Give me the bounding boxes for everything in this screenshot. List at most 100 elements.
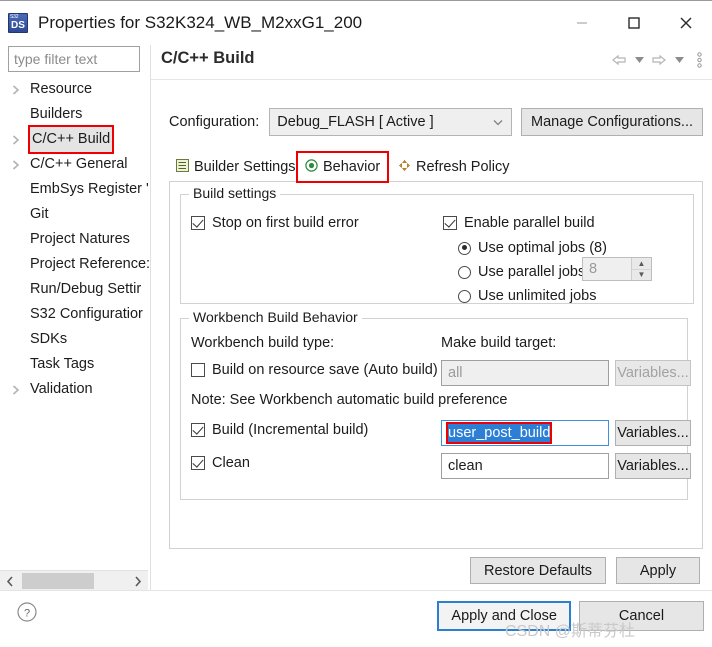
radio-icon <box>458 289 471 303</box>
sidebar-item-cc-general[interactable]: C/C++ General <box>0 152 150 177</box>
use-optimal-jobs-radio[interactable]: Use optimal jobs (8) <box>458 240 607 256</box>
sidebar-item-task-tags[interactable]: Task Tags <box>0 352 150 377</box>
use-unlimited-jobs-radio[interactable]: Use unlimited jobs <box>458 288 596 304</box>
minimize-icon[interactable] <box>556 1 608 45</box>
window-controls <box>556 1 712 45</box>
tree-horizontal-scrollbar[interactable] <box>0 570 148 590</box>
scroll-right-icon[interactable] <box>128 571 148 591</box>
incremental-build-target-input[interactable]: user_post_build <box>441 420 609 446</box>
tab-behavior[interactable]: Behavior <box>295 151 390 183</box>
sidebar-item-s32-configuration[interactable]: S32 Configuratior <box>0 302 150 327</box>
settings-tree-panel: type filter text Resource Builders C/C++… <box>0 45 150 590</box>
sidebar-item-label: Project Natures <box>30 231 130 247</box>
tab-refresh-policy[interactable]: Refresh Policy <box>391 153 516 181</box>
filter-input[interactable]: type filter text <box>8 46 140 72</box>
page-header: C/C++ Build <box>151 45 712 77</box>
spinner-down-icon[interactable]: ▼ <box>632 269 651 280</box>
stop-on-first-build-error-checkbox[interactable]: Stop on first build error <box>191 215 359 231</box>
sidebar-item-label: Validation <box>30 381 93 397</box>
sidebar-item-run-debug-settings[interactable]: Run/Debug Settir <box>0 277 150 302</box>
chevron-right-icon[interactable] <box>12 152 20 177</box>
s32ds-icon <box>8 13 28 33</box>
input-value: clean <box>448 458 483 474</box>
scroll-left-icon[interactable] <box>0 571 20 591</box>
spinner-value: 8 <box>589 261 598 277</box>
sidebar-item-project-natures[interactable]: Project Natures <box>0 227 150 252</box>
parallel-jobs-spinner[interactable]: 8 ▲ ▼ <box>582 257 652 281</box>
tab-label: Refresh Policy <box>416 159 510 175</box>
tab-label: Behavior <box>323 159 381 175</box>
incremental-build-variables-button[interactable]: Variables... <box>615 420 691 446</box>
sidebar-item-builders[interactable]: Builders <box>0 102 150 127</box>
radio-label: Use parallel jobs: <box>478 264 590 280</box>
help-icon[interactable]: ? <box>16 601 38 623</box>
sidebar-item-validation[interactable]: Validation <box>0 377 150 402</box>
clean-target-input[interactable]: clean <box>441 453 609 479</box>
checkbox-label: Build on resource save (Auto build) <box>212 362 438 378</box>
sidebar-item-label: Git <box>30 206 49 222</box>
enable-parallel-build-checkbox[interactable]: Enable parallel build <box>443 215 595 231</box>
tab-builder-settings[interactable]: Builder Settings <box>169 153 303 181</box>
forward-dropdown-icon[interactable] <box>671 51 687 69</box>
title-bar: Properties for S32K324_WB_M2xxG1_200 <box>0 1 712 45</box>
clean-variables-button[interactable]: Variables... <box>615 453 691 479</box>
checkbox-label: Clean <box>212 455 250 471</box>
checkbox-icon <box>191 423 205 437</box>
header-divider <box>151 79 712 80</box>
apply-button[interactable]: Apply <box>616 557 700 584</box>
configuration-value: Debug_FLASH [ Active ] <box>277 114 434 130</box>
apply-and-close-button[interactable]: Apply and Close <box>437 601 571 631</box>
sidebar-item-cc-build[interactable]: C/C++ Build <box>0 125 150 154</box>
build-on-resource-save-checkbox[interactable]: Build on resource save (Auto build) <box>191 362 438 378</box>
sidebar-item-label: S32 Configuratior <box>30 306 143 322</box>
restore-defaults-button[interactable]: Restore Defaults <box>470 557 606 584</box>
tab-label: Builder Settings <box>194 159 296 175</box>
checkbox-icon <box>443 216 457 230</box>
chevron-right-icon[interactable] <box>12 377 20 402</box>
spinner-arrows[interactable]: ▲ ▼ <box>631 258 651 280</box>
scrollbar-thumb[interactable] <box>22 573 94 589</box>
sidebar-item-embsys-register[interactable]: EmbSys Register ' <box>0 177 150 202</box>
forward-icon[interactable] <box>651 51 667 69</box>
maximize-icon[interactable] <box>608 1 660 45</box>
input-value: user_post_build <box>445 422 553 444</box>
builder-settings-icon <box>176 158 189 176</box>
sidebar-item-git[interactable]: Git <box>0 202 150 227</box>
cancel-button[interactable]: Cancel <box>579 601 704 631</box>
sidebar-item-resource[interactable]: Resource <box>0 77 150 102</box>
checkbox-label: Build (Incremental build) <box>212 422 369 438</box>
auto-build-variables-button: Variables... <box>615 360 691 386</box>
back-icon[interactable] <box>611 51 627 69</box>
view-menu-icon[interactable] <box>691 51 707 69</box>
workbench-group-label: Workbench Build Behavior <box>189 309 362 325</box>
chevron-right-icon[interactable] <box>12 77 20 102</box>
sidebar-item-sdks[interactable]: SDKs <box>0 327 150 352</box>
auto-build-note: Note: See Workbench automatic build pref… <box>191 392 508 408</box>
radio-icon <box>458 241 471 255</box>
checkbox-icon <box>191 216 205 230</box>
sidebar-item-label: Builders <box>30 106 83 122</box>
build-incremental-checkbox[interactable]: Build (Incremental build) <box>191 422 368 438</box>
clean-checkbox[interactable]: Clean <box>191 455 250 471</box>
chevron-right-icon[interactable] <box>12 127 20 152</box>
back-dropdown-icon[interactable] <box>631 51 647 69</box>
behavior-icon <box>305 158 318 176</box>
checkbox-icon <box>191 363 205 377</box>
page-actions: Restore Defaults Apply <box>470 557 700 584</box>
spinner-up-icon[interactable]: ▲ <box>632 258 651 270</box>
refresh-policy-icon <box>398 159 411 176</box>
configuration-label: Configuration: <box>169 114 260 130</box>
input-value: all <box>448 365 463 381</box>
sidebar-item-project-references[interactable]: Project Reference: <box>0 252 150 277</box>
auto-build-target-input: all <box>441 360 609 386</box>
configuration-select[interactable]: Debug_FLASH [ Active ] <box>269 108 512 136</box>
make-build-target-label: Make build target: <box>441 335 557 351</box>
sidebar-item-label: C/C++ Build <box>27 125 115 154</box>
manage-configurations-button[interactable]: Manage Configurations... <box>520 108 703 136</box>
sidebar-item-label: Run/Debug Settir <box>30 281 142 297</box>
page-toolbar <box>611 51 707 69</box>
checkbox-label: Enable parallel build <box>464 215 595 231</box>
use-parallel-jobs-radio[interactable]: Use parallel jobs: <box>458 264 589 280</box>
sidebar-item-label: EmbSys Register ' <box>30 181 149 197</box>
close-icon[interactable] <box>660 1 712 45</box>
